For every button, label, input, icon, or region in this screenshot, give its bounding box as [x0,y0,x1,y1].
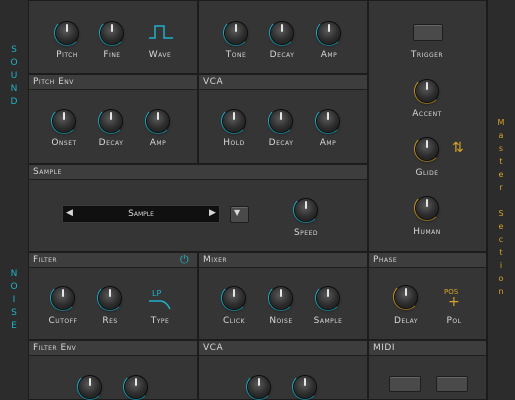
mixer-header: Mixer [199,253,367,268]
trigger-button[interactable] [413,24,443,41]
vca-top-amp-knob[interactable] [317,110,339,132]
phase-delay-knob[interactable] [395,286,417,308]
sample-next-button[interactable]: ▶ [209,208,216,218]
filter-env-knob-2[interactable] [125,376,147,398]
glide-knob[interactable] [416,138,438,160]
wave-label: Wave [148,50,172,60]
tone-decay-knob[interactable] [271,22,293,44]
sample-header: Sample [29,165,367,180]
pitch-env-amp-knob[interactable] [147,110,169,132]
vca-bottom-knob-2[interactable] [294,376,316,398]
pitch-knob[interactable] [56,22,78,44]
glide-label: Glide [415,168,439,178]
res-knob[interactable] [99,287,121,309]
click-knob[interactable] [223,287,245,309]
mixer-sample-knob[interactable] [317,287,339,309]
vca-top-header: VCA [199,75,367,90]
up-down-arrows-icon[interactable]: ⇅ [452,140,464,156]
speed-label: Speed [293,228,319,238]
trigger-label: Trigger [410,50,444,60]
human-label: Human [413,227,441,237]
filter-type-value: LP [152,289,162,298]
pitch-env-decay-knob[interactable] [100,110,122,132]
filter-type-label: Type [150,316,170,326]
onset-knob[interactable] [53,110,75,132]
polarity-plus-icon[interactable]: + [448,294,460,310]
noise-strip-label: NOISE [10,269,18,331]
cutoff-knob[interactable] [52,287,74,309]
mixer-sample-label: Sample [313,316,343,326]
accent-label: Accent [412,109,442,119]
phase-header: Phase [369,253,486,268]
tone-knob[interactable] [225,22,247,44]
noise-knob[interactable] [270,287,292,309]
pitch-env-amp-label: Amp [149,138,167,148]
pitch-env-header: Pitch Env [29,75,197,90]
sample-select[interactable]: Sample [62,205,220,223]
power-icon[interactable]: ⏻ [180,253,189,267]
filter-env-knob-1[interactable] [79,376,101,398]
fine-knob[interactable] [101,22,123,44]
sample-select-value: Sample [128,209,154,219]
vca-top-decay-knob[interactable] [270,110,292,132]
midi-button-1[interactable] [389,376,421,392]
filter-header: Filter [29,253,197,268]
midi-header: MIDI [369,341,486,356]
chevron-down-icon: ▼ [234,208,241,217]
sound-strip-label: SOUND [10,45,18,107]
sample-prev-button[interactable]: ◀ [66,208,73,218]
accent-knob[interactable] [416,80,438,102]
lowpass-curve-icon[interactable] [148,298,172,310]
master-section-strip-label: Master Section [497,118,505,296]
vca-top-amp-label: Amp [319,138,337,148]
speed-knob[interactable] [295,199,317,221]
filter-env-header: Filter Env [29,341,197,356]
tone-amp-knob[interactable] [318,22,340,44]
square-wave-icon[interactable] [148,24,174,40]
polarity-label: Pol [446,316,462,326]
vca-bottom-header: VCA [199,341,367,356]
vca-bottom-knob-1[interactable] [248,376,270,398]
tone-amp-label: Amp [320,50,338,60]
human-knob[interactable] [416,197,438,219]
midi-button-2[interactable] [436,376,468,392]
hold-knob[interactable] [223,110,245,132]
